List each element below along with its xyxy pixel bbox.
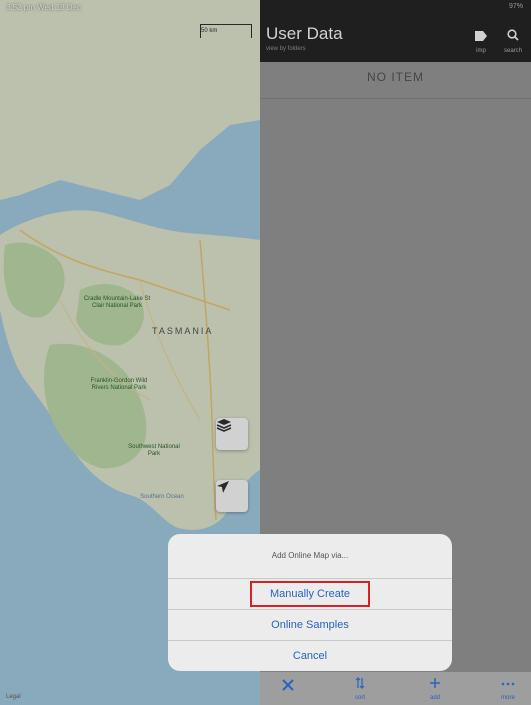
add-label: add: [429, 695, 440, 701]
sort-label: sort: [354, 695, 365, 701]
sort-button[interactable]: sort: [340, 676, 380, 701]
cancel-option[interactable]: Cancel: [168, 640, 452, 671]
close-button[interactable]: [268, 678, 308, 697]
plus-icon: [430, 678, 440, 688]
sort-icon: [355, 677, 365, 689]
more-button[interactable]: more: [488, 676, 528, 701]
add-button[interactable]: add: [415, 676, 455, 701]
add-online-map-action-sheet: Add Online Map via... Manually Create On…: [168, 534, 452, 671]
online-samples-option[interactable]: Online Samples: [168, 609, 452, 640]
action-sheet-title: Add Online Map via...: [271, 551, 349, 560]
more-label: more: [501, 695, 515, 701]
ellipsis-icon: [501, 682, 515, 686]
highlight-box: [250, 581, 370, 607]
close-icon: [282, 679, 294, 691]
bottom-toolbar: sort add more: [260, 672, 531, 705]
